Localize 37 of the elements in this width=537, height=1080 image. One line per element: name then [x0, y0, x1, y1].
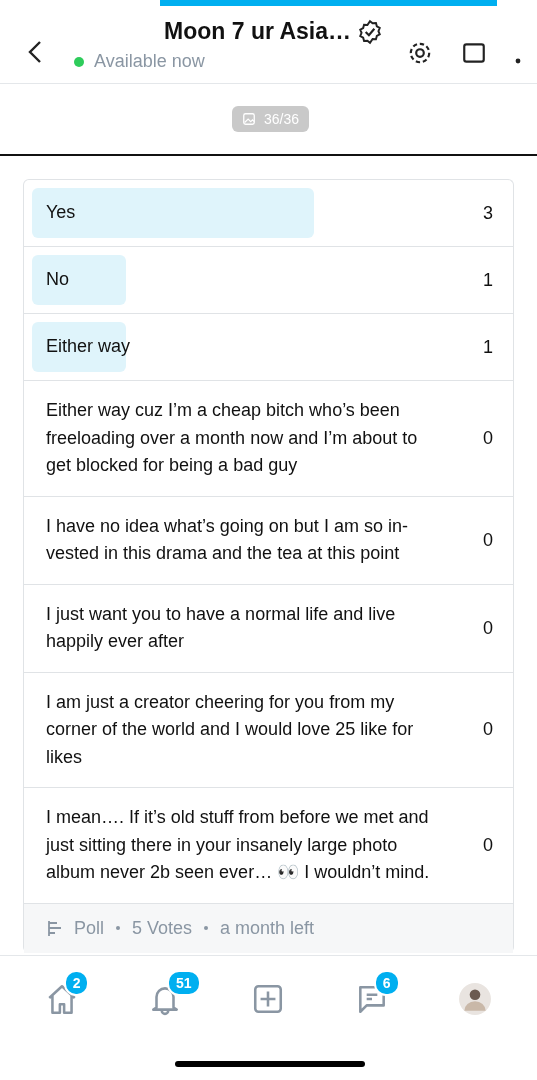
option-label: I just want you to have a normal life and live happily ever after: [46, 602, 397, 653]
availability-status: Available now: [94, 51, 205, 72]
poll-option[interactable]: I am just a creator cheering for you from my corner of the world and I would love 25 like for likes 0: [24, 672, 513, 788]
profile-name: Moon 7 ur Asia…: [164, 18, 351, 45]
option-label: No: [46, 268, 69, 292]
poll-option[interactable]: I mean…. If it’s old stuff from before we met and just sitting there in your insanely large photo album never 2b seen ever… 👀 I wouldn’t mind. 0: [24, 788, 513, 904]
poll-meta: Poll: [74, 917, 104, 939]
option-label: Yes: [46, 201, 76, 225]
poll-option[interactable]: Yes 3: [24, 180, 513, 247]
count-badge: 6: [373, 969, 400, 996]
vote-count: 1: [483, 336, 493, 358]
avatar-icon[interactable]: [458, 981, 493, 1016]
count-badge: 2: [63, 969, 90, 996]
option-label: Either way cuz I’m a cheap bitch who’s been freeloading over a month now and I’m about to get blocked for being a bad guy: [46, 399, 419, 477]
vote-count: 1: [483, 269, 493, 291]
poll-option[interactable]: I just want you to have a normal life and live happily ever after 0: [24, 584, 513, 673]
settings-icon[interactable]: [407, 40, 433, 66]
back-icon[interactable]: [28, 40, 42, 64]
image-icon: [241, 112, 256, 126]
vote-count: 0: [483, 719, 493, 741]
vote-count: 0: [483, 834, 493, 856]
poll-option[interactable]: I have no idea what’s going on but I am so in-vested in this drama and the tea at this point 0: [24, 496, 513, 585]
option-label: I am just a creator cheering for you from my corner of the world and I would love 25 like for likes: [46, 690, 415, 769]
count-badge: 51: [167, 969, 201, 996]
vote-count: 0: [483, 427, 493, 449]
poll-option[interactable]: Either way 1: [24, 314, 513, 381]
poll-option[interactable]: Either way cuz I’m a cheap bitch who’s been freeloading over a month now and I’m about to get blocked for being a bad guy 0: [24, 381, 513, 497]
vote-count: 0: [483, 617, 493, 639]
poll-meta: 5 Votes: [132, 917, 193, 939]
option-label: I have no idea what’s going on but I am so in-vested in this drama and the tea at this point: [46, 514, 409, 565]
option-label: I mean…. If it’s old stuff from before we met and just sitting there in your insanely large photo album never 2b seen ever… 👀 I wouldn’t mind.: [46, 806, 431, 884]
media-icon[interactable]: [461, 40, 487, 66]
poll-option[interactable]: No 1: [24, 247, 513, 314]
vote-count: 0: [483, 529, 493, 551]
poll-meta: a month left: [220, 917, 315, 939]
vote-count: 3: [483, 202, 493, 224]
option-label: Either way: [46, 335, 131, 359]
